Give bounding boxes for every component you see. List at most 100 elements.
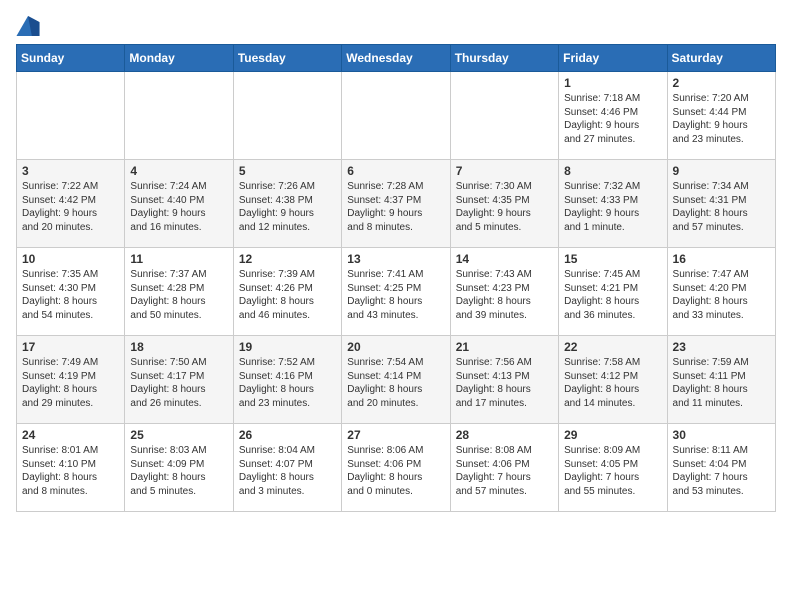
day-info: Sunrise: 7:56 AMSunset: 4:13 PMDaylight:… xyxy=(456,356,553,410)
day-info: Sunrise: 7:54 AMSunset: 4:14 PMDaylight:… xyxy=(347,356,444,410)
calendar-cell: 23Sunrise: 7:59 AMSunset: 4:11 PMDayligh… xyxy=(667,336,775,424)
calendar-cell: 9 Sunrise: 7:34 AMSunset: 4:31 PMDaylight… xyxy=(667,160,775,248)
calendar-cell: 17Sunrise: 7:49 AMSunset: 4:19 PMDayligh… xyxy=(17,336,125,424)
day-info: Sunrise: 8:06 AMSunset: 4:06 PMDaylight:… xyxy=(347,444,444,498)
day-info: Sunrise: 7:28 AMSunset: 4:37 PMDaylight:… xyxy=(347,180,444,234)
day-info: Sunrise: 7:58 AMSunset: 4:12 PMDaylight:… xyxy=(564,356,661,410)
day-info: Sunrise: 7:26 AMSunset: 4:38 PMDaylight:… xyxy=(239,180,336,234)
day-info: Sunrise: 7:32 AMSunset: 4:33 PMDaylight:… xyxy=(564,180,661,234)
calendar-cell xyxy=(125,72,233,160)
page-header xyxy=(16,16,776,36)
day-number: 24 xyxy=(22,428,119,442)
day-info: Sunrise: 7:45 AMSunset: 4:21 PMDaylight:… xyxy=(564,268,661,322)
calendar-cell: 22 Sunrise: 7:58 AMSunset: 4:12 PMDayligh… xyxy=(559,336,667,424)
calendar-cell: 6Sunrise: 7:28 AMSunset: 4:37 PMDaylight… xyxy=(342,160,450,248)
calendar-cell: 14 Sunrise: 7:43 AMSunset: 4:23 PMDayligh… xyxy=(450,248,558,336)
calendar-cell: 12 Sunrise: 7:39 AMSunset: 4:26 PMDayligh… xyxy=(233,248,341,336)
calendar-cell: 18 Sunrise: 7:50 AMSunset: 4:17 PMDayligh… xyxy=(125,336,233,424)
col-friday: Friday xyxy=(559,45,667,72)
day-info: Sunrise: 8:01 AMSunset: 4:10 PMDaylight:… xyxy=(22,444,119,498)
col-thursday: Thursday xyxy=(450,45,558,72)
day-number: 14 xyxy=(456,252,553,266)
calendar-week-1: 1 Sunrise: 7:18 AMSunset: 4:46 PMDaylight… xyxy=(17,72,776,160)
calendar-cell: 24 Sunrise: 8:01 AMSunset: 4:10 PMDayligh… xyxy=(17,424,125,512)
calendar-cell: 7 Sunrise: 7:30 AMSunset: 4:35 PMDaylight… xyxy=(450,160,558,248)
day-info: Sunrise: 7:37 AMSunset: 4:28 PMDaylight:… xyxy=(130,268,227,322)
day-info: Sunrise: 7:39 AMSunset: 4:26 PMDaylight:… xyxy=(239,268,336,322)
day-number: 17 xyxy=(22,340,119,354)
calendar-cell: 10 Sunrise: 7:35 AMSunset: 4:30 PMDayligh… xyxy=(17,248,125,336)
day-info: Sunrise: 7:20 AMSunset: 4:44 PMDaylight:… xyxy=(673,92,770,146)
calendar-cell xyxy=(450,72,558,160)
header-row: Sunday Monday Tuesday Wednesday Thursday… xyxy=(17,45,776,72)
calendar-cell: 4 Sunrise: 7:24 AMSunset: 4:40 PMDaylight… xyxy=(125,160,233,248)
calendar-cell: 19 Sunrise: 7:52 AMSunset: 4:16 PMDayligh… xyxy=(233,336,341,424)
calendar-week-5: 24 Sunrise: 8:01 AMSunset: 4:10 PMDayligh… xyxy=(17,424,776,512)
calendar-cell: 27 Sunrise: 8:06 AMSunset: 4:06 PMDayligh… xyxy=(342,424,450,512)
calendar-cell: 2Sunrise: 7:20 AMSunset: 4:44 PMDaylight… xyxy=(667,72,775,160)
calendar-cell: 21 Sunrise: 7:56 AMSunset: 4:13 PMDayligh… xyxy=(450,336,558,424)
calendar-cell: 30Sunrise: 8:11 AMSunset: 4:04 PMDayligh… xyxy=(667,424,775,512)
calendar-cell: 11 Sunrise: 7:37 AMSunset: 4:28 PMDayligh… xyxy=(125,248,233,336)
day-info: Sunrise: 7:22 AMSunset: 4:42 PMDaylight:… xyxy=(22,180,119,234)
calendar-week-4: 17Sunrise: 7:49 AMSunset: 4:19 PMDayligh… xyxy=(17,336,776,424)
calendar-cell: 29 Sunrise: 8:09 AMSunset: 4:05 PMDayligh… xyxy=(559,424,667,512)
day-number: 1 xyxy=(564,76,661,90)
day-info: Sunrise: 8:09 AMSunset: 4:05 PMDaylight:… xyxy=(564,444,661,498)
calendar-cell: 25 Sunrise: 8:03 AMSunset: 4:09 PMDayligh… xyxy=(125,424,233,512)
day-number: 25 xyxy=(130,428,227,442)
day-info: Sunrise: 7:50 AMSunset: 4:17 PMDaylight:… xyxy=(130,356,227,410)
day-number: 12 xyxy=(239,252,336,266)
calendar-cell: 5Sunrise: 7:26 AMSunset: 4:38 PMDaylight… xyxy=(233,160,341,248)
day-number: 18 xyxy=(130,340,227,354)
day-info: Sunrise: 7:18 AMSunset: 4:46 PMDaylight:… xyxy=(564,92,661,146)
calendar-header: Sunday Monday Tuesday Wednesday Thursday… xyxy=(17,45,776,72)
logo-icon xyxy=(16,16,40,36)
day-number: 29 xyxy=(564,428,661,442)
day-number: 11 xyxy=(130,252,227,266)
day-number: 30 xyxy=(673,428,770,442)
day-number: 23 xyxy=(673,340,770,354)
calendar-cell: 16 Sunrise: 7:47 AMSunset: 4:20 PMDayligh… xyxy=(667,248,775,336)
day-number: 22 xyxy=(564,340,661,354)
day-number: 7 xyxy=(456,164,553,178)
day-info: Sunrise: 8:03 AMSunset: 4:09 PMDaylight:… xyxy=(130,444,227,498)
calendar-body: 1 Sunrise: 7:18 AMSunset: 4:46 PMDaylight… xyxy=(17,72,776,512)
col-monday: Monday xyxy=(125,45,233,72)
calendar-cell: 26Sunrise: 8:04 AMSunset: 4:07 PMDayligh… xyxy=(233,424,341,512)
calendar-cell xyxy=(342,72,450,160)
day-number: 27 xyxy=(347,428,444,442)
day-number: 26 xyxy=(239,428,336,442)
calendar-cell: 3 Sunrise: 7:22 AMSunset: 4:42 PMDaylight… xyxy=(17,160,125,248)
day-number: 21 xyxy=(456,340,553,354)
day-number: 4 xyxy=(130,164,227,178)
calendar-cell: 13 Sunrise: 7:41 AMSunset: 4:25 PMDayligh… xyxy=(342,248,450,336)
calendar-cell: 8 Sunrise: 7:32 AMSunset: 4:33 PMDaylight… xyxy=(559,160,667,248)
day-info: Sunrise: 7:52 AMSunset: 4:16 PMDaylight:… xyxy=(239,356,336,410)
col-tuesday: Tuesday xyxy=(233,45,341,72)
day-info: Sunrise: 7:47 AMSunset: 4:20 PMDaylight:… xyxy=(673,268,770,322)
day-info: Sunrise: 7:35 AMSunset: 4:30 PMDaylight:… xyxy=(22,268,119,322)
day-number: 3 xyxy=(22,164,119,178)
day-number: 10 xyxy=(22,252,119,266)
day-number: 19 xyxy=(239,340,336,354)
col-saturday: Saturday xyxy=(667,45,775,72)
calendar-cell: 28Sunrise: 8:08 AMSunset: 4:06 PMDayligh… xyxy=(450,424,558,512)
day-info: Sunrise: 7:41 AMSunset: 4:25 PMDaylight:… xyxy=(347,268,444,322)
day-info: Sunrise: 7:43 AMSunset: 4:23 PMDaylight:… xyxy=(456,268,553,322)
day-number: 8 xyxy=(564,164,661,178)
calendar-cell: 20Sunrise: 7:54 AMSunset: 4:14 PMDayligh… xyxy=(342,336,450,424)
calendar-week-3: 10 Sunrise: 7:35 AMSunset: 4:30 PMDayligh… xyxy=(17,248,776,336)
calendar-cell xyxy=(17,72,125,160)
day-number: 9 xyxy=(673,164,770,178)
day-number: 28 xyxy=(456,428,553,442)
calendar-cell: 1 Sunrise: 7:18 AMSunset: 4:46 PMDaylight… xyxy=(559,72,667,160)
day-info: Sunrise: 7:30 AMSunset: 4:35 PMDaylight:… xyxy=(456,180,553,234)
calendar-table: Sunday Monday Tuesday Wednesday Thursday… xyxy=(16,44,776,512)
day-number: 16 xyxy=(673,252,770,266)
day-info: Sunrise: 7:34 AMSunset: 4:31 PMDaylight:… xyxy=(673,180,770,234)
day-number: 13 xyxy=(347,252,444,266)
calendar-cell: 15Sunrise: 7:45 AMSunset: 4:21 PMDayligh… xyxy=(559,248,667,336)
col-wednesday: Wednesday xyxy=(342,45,450,72)
day-info: Sunrise: 7:24 AMSunset: 4:40 PMDaylight:… xyxy=(130,180,227,234)
